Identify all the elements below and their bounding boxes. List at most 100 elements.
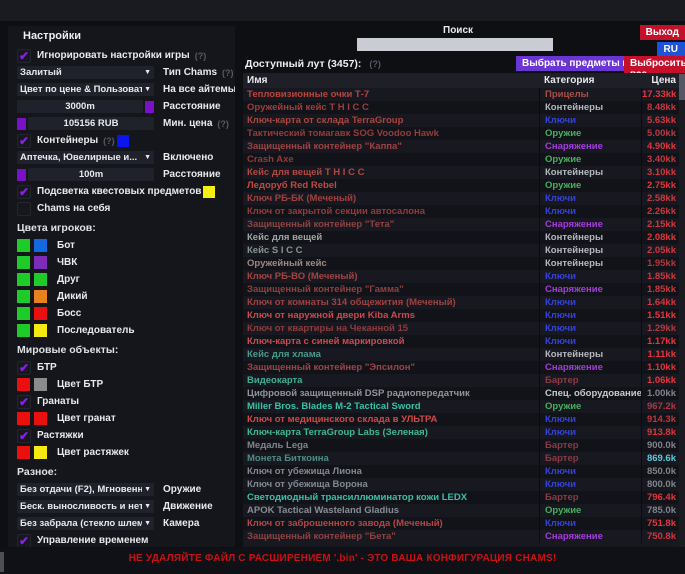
color-swatch[interactable]	[117, 135, 129, 147]
settings-row: Залитый▼Тип Chams(?)	[10, 64, 229, 81]
loot-item-category: Ключи	[539, 413, 641, 426]
exit-button[interactable]: Выход	[640, 25, 685, 40]
loot-item-name: Кейс для хлама	[243, 349, 539, 360]
loot-row[interactable]: Кейс для вещейКонтейнеры2.08kk	[243, 231, 679, 244]
loot-row[interactable]: Тепловизионные очки Т-7Прицелы17.33kk	[243, 88, 679, 101]
loot-item-name: Ключ от закрытой секции автосалона	[243, 206, 539, 217]
loot-row[interactable]: Защищенный контейнер "Гамма"Снаряжение1.…	[243, 283, 679, 296]
loot-row[interactable]: Защищенный контейнер "Каппа"Снаряжение4.…	[243, 140, 679, 153]
color-row-label: Босс	[57, 308, 81, 319]
color-swatch[interactable]	[17, 169, 26, 181]
dropdown[interactable]: Без отдачи (F2), Мгновенное п▼	[17, 483, 154, 496]
color-swatch-secondary[interactable]	[34, 239, 47, 252]
color-swatch-primary[interactable]	[17, 256, 30, 269]
table-scrollbar[interactable]	[679, 73, 685, 547]
dropdown[interactable]: Беск. выносливость и нет уста▼	[17, 500, 154, 513]
color-swatch[interactable]	[145, 101, 154, 113]
loot-row[interactable]: Кейс для вещей T H I C CКонтейнеры3.10kk	[243, 166, 679, 179]
loot-row[interactable]: Ключ-карта от склада TerraGroupКлючи5.63…	[243, 114, 679, 127]
loot-row[interactable]: Miller Bros. Blades M-2 Tactical SwordОр…	[243, 400, 679, 413]
dropdown[interactable]: Аптечка, Ювелирные и...▼	[17, 151, 154, 164]
color-swatch[interactable]	[203, 186, 215, 198]
checkbox[interactable]: ✔	[17, 134, 31, 148]
loot-row[interactable]: ВидеокартаБартер1.06kk	[243, 374, 679, 387]
color-row-label: Цвет БТР	[57, 379, 103, 390]
color-swatch[interactable]	[17, 118, 26, 130]
loot-row[interactable]: Crash AxeОружие3.40kk	[243, 153, 679, 166]
loot-row[interactable]: Ледоруб Red RebelОружие2.75kk	[243, 179, 679, 192]
dropdown[interactable]: Залитый▼	[17, 66, 154, 79]
color-swatch-secondary[interactable]	[34, 273, 47, 286]
settings-row: 100mРасстояние	[10, 166, 229, 183]
loot-row[interactable]: Кейс для хламаКонтейнеры1.11kk	[243, 348, 679, 361]
checkbox[interactable]: ✔	[17, 429, 31, 443]
color-swatch-primary[interactable]	[17, 324, 30, 337]
checkbox[interactable]: ✔	[17, 395, 31, 409]
checkbox[interactable]	[17, 202, 31, 216]
loot-row[interactable]: Ключ от закрытой секции автосалонаКлючи2…	[243, 205, 679, 218]
loot-row[interactable]: APOK Tactical Wasteland GladiusОружие785…	[243, 504, 679, 517]
color-swatch-secondary[interactable]	[34, 412, 47, 425]
loot-row[interactable]: Ключ от комнаты 314 общежития (Меченый)К…	[243, 296, 679, 309]
loot-row[interactable]: Оружейный кейсКонтейнеры1.95kk	[243, 257, 679, 270]
color-swatch-primary[interactable]	[17, 290, 30, 303]
dropdown[interactable]: Цвет по цене & Пользователь▼	[17, 83, 154, 96]
loot-item-price: 800.0k	[641, 478, 679, 491]
color-swatch-primary[interactable]	[17, 273, 30, 286]
checkbox[interactable]: ✔	[17, 534, 31, 548]
loot-row[interactable]: Защищенный контейнер "Тета"Снаряжение2.1…	[243, 218, 679, 231]
loot-row[interactable]: Ключ от убежища ВоронаКлючи800.0k	[243, 478, 679, 491]
loot-row[interactable]: Ключ от наружной двери Kiba ArmsКлючи1.5…	[243, 309, 679, 322]
color-swatch-secondary[interactable]	[34, 307, 47, 320]
loot-row[interactable]: Ключ от квартиры на Чеканной 15Ключи1.29…	[243, 322, 679, 335]
color-swatch-primary[interactable]	[17, 412, 30, 425]
value-input[interactable]: 105156 RUB	[28, 117, 154, 130]
settings-row: ✔Гранаты	[10, 393, 229, 410]
dropdown[interactable]: Без забрала (стекло шлема)▼	[17, 517, 154, 530]
loot-row[interactable]: Защищенный контейнер "Бета"Снаряжение750…	[243, 530, 679, 543]
table-scrollbar-thumb[interactable]	[679, 74, 685, 100]
loot-row[interactable]: Оружейный кейс T H I C CКонтейнеры8.48kk	[243, 101, 679, 114]
loot-row[interactable]: Тактический томагавк SOG Voodoo HawkОруж…	[243, 127, 679, 140]
loot-row[interactable]: Ключ от медицинского склада в УЛЬТРАКлюч…	[243, 413, 679, 426]
loot-row[interactable]: Ключ-карта TerraGroup Labs (Зеленая)Ключ…	[243, 426, 679, 439]
color-swatch-secondary[interactable]	[34, 290, 47, 303]
color-row-label: Друг	[57, 274, 80, 285]
loot-item-price: 1.51kk	[641, 309, 679, 322]
loot-row[interactable]: Ключ от заброшенного завода (Меченый)Клю…	[243, 517, 679, 530]
color-swatch-primary[interactable]	[17, 239, 30, 252]
loot-item-price: 750.8k	[641, 530, 679, 543]
loot-row[interactable]: Монета БиткоинаБартер869.6k	[243, 452, 679, 465]
value-input[interactable]: 100m	[28, 168, 154, 181]
value-input[interactable]: 3000m	[17, 100, 143, 113]
dropdown-label: Движение	[163, 501, 213, 512]
settings-row: Chams на себя	[10, 200, 229, 217]
color-swatch-primary[interactable]	[17, 307, 30, 320]
loot-row[interactable]: Кейс S I C CКонтейнеры2.05kk	[243, 244, 679, 257]
loot-row[interactable]: Цифровой защищенный DSP радиопередатчикС…	[243, 387, 679, 400]
color-swatch-primary[interactable]	[17, 446, 30, 459]
loot-row[interactable]: Медаль LegaБартер900.0k	[243, 439, 679, 452]
loot-row[interactable]: Ключ от убежища ЛионаКлючи850.0k	[243, 465, 679, 478]
loot-item-name: Защищенный контейнер "Эпсилон"	[243, 362, 539, 373]
loot-row[interactable]: Защищенный контейнер "Эпсилон"Снаряжение…	[243, 361, 679, 374]
checkbox[interactable]: ✔	[17, 185, 31, 199]
loot-item-category: Прицелы	[539, 88, 641, 101]
checkbox[interactable]: ✔	[17, 361, 31, 375]
color-swatch-secondary[interactable]	[34, 446, 47, 459]
loot-row[interactable]: Ключ РБ-ВО (Меченый)Ключи1.85kk	[243, 270, 679, 283]
left-edge-scroll-thumb[interactable]	[0, 552, 4, 572]
checkbox[interactable]: ✔	[17, 49, 31, 63]
search-input[interactable]	[357, 38, 553, 51]
loot-row[interactable]: Ключ РБ-БК (Меченый)Ключи2.58kk	[243, 192, 679, 205]
loot-item-category: Снаряжение	[539, 283, 641, 296]
loot-item-category: Ключи	[539, 322, 641, 335]
color-swatch-secondary[interactable]	[34, 256, 47, 269]
loot-item-category: Ключи	[539, 192, 641, 205]
color-swatch-primary[interactable]	[17, 378, 30, 391]
color-swatch-secondary[interactable]	[34, 378, 47, 391]
loot-row[interactable]: Ключ-карта с синей маркировкойКлючи1.17k…	[243, 335, 679, 348]
color-swatch-secondary[interactable]	[34, 324, 47, 337]
language-button[interactable]: RU	[657, 42, 685, 57]
loot-row[interactable]: Светодиодный трансиллюминатор кожи LEDXБ…	[243, 491, 679, 504]
